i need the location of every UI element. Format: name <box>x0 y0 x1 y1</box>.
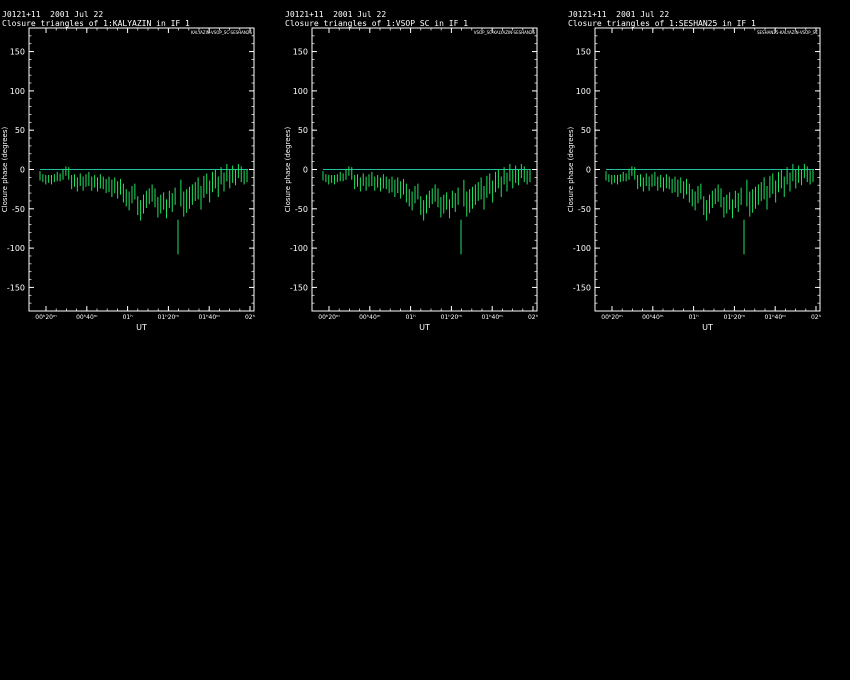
x-tick-label: 00ʰ40ᵐ <box>76 314 98 321</box>
y-tick-label: -150 <box>7 283 25 292</box>
x-axis-label: UT <box>136 323 147 332</box>
x-tick-label: 00ʰ40ᵐ <box>642 314 664 321</box>
y-axis-label: Closure phase (degrees) <box>284 127 292 213</box>
x-tick-label: 02ʰ <box>811 314 822 321</box>
x-tick-label: 01ʰ20ᵐ <box>441 314 463 321</box>
y-axis-label: Closure phase (degrees) <box>567 127 575 213</box>
y-tick-label: 0 <box>20 166 25 175</box>
y-tick-label: 150 <box>10 48 25 57</box>
x-tick-label: 01ʰ20ᵐ <box>158 314 180 321</box>
x-tick-label: 00ʰ20ᵐ <box>318 314 340 321</box>
y-tick-label: 0 <box>586 166 591 175</box>
x-tick-label: 01ʰ40ᵐ <box>764 314 786 321</box>
x-tick-label: 01ʰ <box>689 314 700 321</box>
closure-phase-plot-kalyazin: -150 -100 -50 0 50 100 150 00ʰ20ᵐ 00ʰ40ᵐ 01ʰ 01ʰ20… <box>1 27 256 332</box>
y-tick-label: -150 <box>290 283 308 292</box>
y-axis-label: Closure phase (degrees) <box>1 127 9 213</box>
y-tick-label: 50 <box>15 126 25 135</box>
x-tick-label: 02ʰ <box>528 314 539 321</box>
triangle-label: VSOP_SC-KALYAZIN-SESHAN25 <box>474 30 536 35</box>
closure-phase-plot-vsop-sc: -150 -100 -50 0 50 100 150 00ʰ20ᵐ 00ʰ40ᵐ 01ʰ 01ʰ20… <box>284 27 539 332</box>
y-tick-label: -100 <box>290 244 308 253</box>
y-tick-label: -50 <box>12 205 25 214</box>
y-tick-label: 150 <box>293 48 308 57</box>
y-tick-label: 100 <box>293 87 308 96</box>
y-tick-label: 50 <box>581 126 591 135</box>
triangle-label: SESHAN25-KALYAZIN-VSOP_SC <box>757 30 818 35</box>
y-tick-label: 100 <box>576 87 591 96</box>
y-tick-label: -150 <box>573 283 591 292</box>
closure-panel-vsop-sc: J0121+11 2001 Jul 22 Closure triangles o… <box>284 0 565 340</box>
y-tick-label: 0 <box>303 166 308 175</box>
y-tick-label: 100 <box>10 87 25 96</box>
closure-panel-seshan25: J0121+11 2001 Jul 22 Closure triangles o… <box>567 0 848 340</box>
closure-phase-plot-seshan25: -150 -100 -50 0 50 100 150 00ʰ20ᵐ 00ʰ40ᵐ 01ʰ 01ʰ20… <box>567 27 822 332</box>
triangle-label: KALYAZIN-VSOP_SC-SESHAN25 <box>191 30 252 35</box>
y-tick-label: 150 <box>576 48 591 57</box>
y-tick-label: -50 <box>295 205 308 214</box>
x-tick-label: 00ʰ20ᵐ <box>35 314 57 321</box>
y-tick-label: -100 <box>7 244 25 253</box>
x-tick-label: 01ʰ <box>123 314 134 321</box>
x-tick-label: 00ʰ20ᵐ <box>601 314 623 321</box>
x-axis-label: UT <box>419 323 430 332</box>
x-tick-label: 01ʰ40ᵐ <box>481 314 503 321</box>
x-tick-label: 02ʰ <box>245 314 256 321</box>
closure-panel-kalyazin: J0121+11 2001 Jul 22 Closure triangles o… <box>1 0 282 340</box>
y-tick-label: 50 <box>298 126 308 135</box>
x-tick-label: 01ʰ20ᵐ <box>724 314 746 321</box>
x-tick-label: 01ʰ <box>406 314 417 321</box>
y-tick-label: -50 <box>578 205 591 214</box>
x-tick-label: 01ʰ40ᵐ <box>198 314 220 321</box>
y-tick-label: -100 <box>573 244 591 253</box>
x-axis-label: UT <box>702 323 713 332</box>
x-tick-label: 00ʰ40ᵐ <box>359 314 381 321</box>
